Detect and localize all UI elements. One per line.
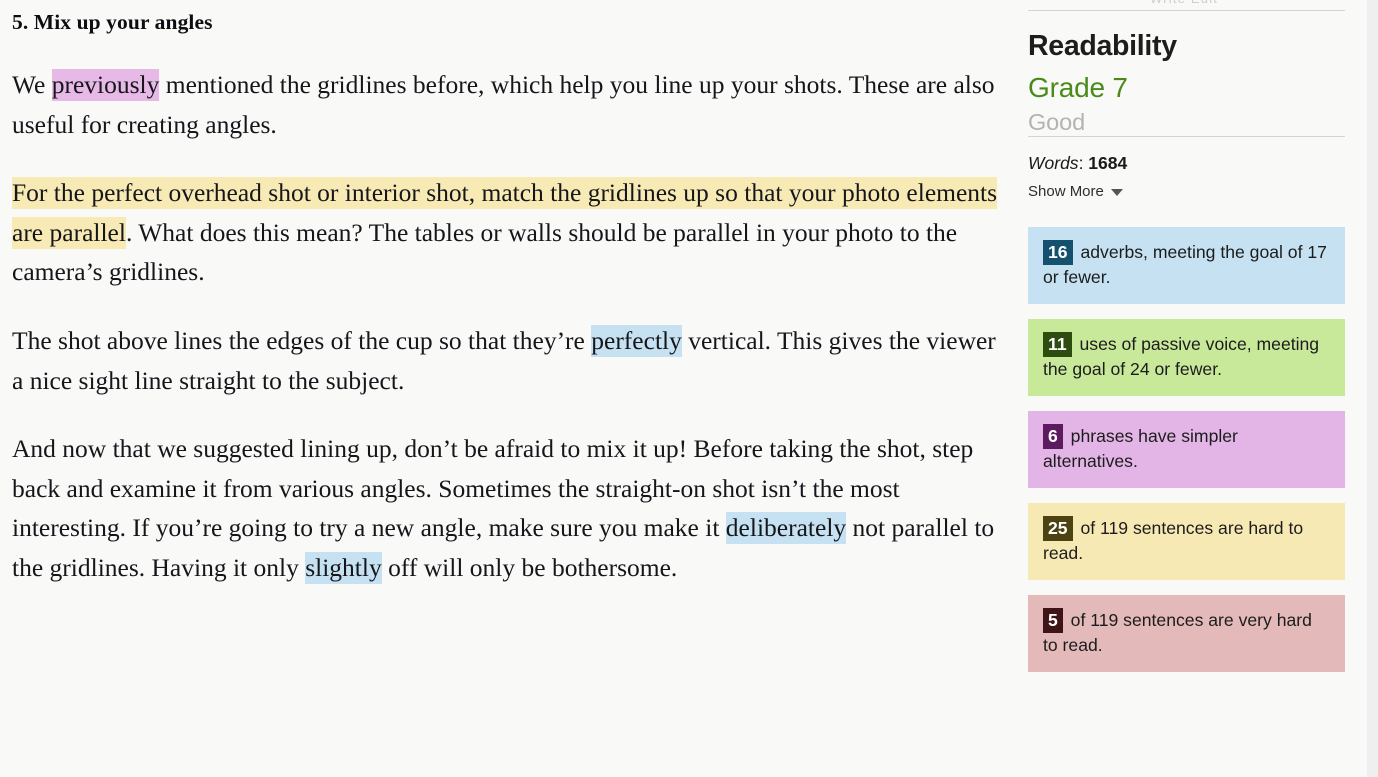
readability-sidebar: Write Edit Readability Grade 7 Good Word… <box>1020 0 1367 777</box>
paragraph: For the perfect overhead shot or interio… <box>12 173 998 292</box>
stat-description: phrases have simpler alternatives. <box>1043 426 1238 471</box>
stat-description: of 119 sentences are very hard to read. <box>1043 610 1312 655</box>
word-count-value: 1684 <box>1088 153 1128 173</box>
paragraph-list: We previously mentioned the gridlines be… <box>12 65 998 588</box>
stat-card-simpler-phrases[interactable]: 6 phrases have simpler alternatives. <box>1028 411 1345 488</box>
paragraph: And now that we suggested lining up, don… <box>12 429 998 587</box>
highlight-simpler[interactable]: previously <box>51 69 160 101</box>
highlight-adverb[interactable]: perfectly <box>591 324 682 357</box>
show-more-label: Show More <box>1028 183 1104 200</box>
divider-top <box>1028 10 1345 11</box>
stat-description: adverbs, meeting the goal of 17 or fewer… <box>1043 242 1327 287</box>
divider-middle <box>1028 136 1345 137</box>
stat-card-adverbs[interactable]: 16 adverbs, meeting the goal of 17 or fe… <box>1028 227 1345 304</box>
paragraph: We previously mentioned the gridlines be… <box>12 65 998 144</box>
stat-count-badge: 11 <box>1043 332 1072 357</box>
show-more-button[interactable]: Show More <box>1028 183 1123 200</box>
page-gutter <box>1367 0 1378 777</box>
readability-grade-label: Good <box>1028 109 1086 135</box>
word-count-label: Words <box>1028 153 1079 173</box>
text-run: . What does this mean? The tables or wal… <box>12 217 958 287</box>
readability-grade-value: Grade 7 <box>1028 72 1128 103</box>
stat-description: uses of passive voice, meeting the goal … <box>1043 334 1320 379</box>
stat-count-badge: 16 <box>1043 240 1073 265</box>
article-text[interactable]: 5. Mix up your angles We previously ment… <box>12 8 998 588</box>
text-run: We <box>12 70 52 99</box>
stat-description: of 119 sentences are hard to read. <box>1043 518 1304 563</box>
stat-card-very-hard-sentences[interactable]: 5 of 119 sentences are very hard to read… <box>1028 595 1345 672</box>
editor-pane[interactable]: 5. Mix up your angles We previously ment… <box>0 0 1020 777</box>
word-count-separator: : <box>1078 153 1089 173</box>
highlight-adverb[interactable]: deliberately <box>725 512 847 545</box>
stat-card-passive-voice[interactable]: 11 uses of passive voice, meeting the go… <box>1028 319 1345 396</box>
stat-count-badge: 5 <box>1043 608 1063 633</box>
section-heading: 5. Mix up your angles <box>12 10 213 34</box>
text-run: mentioned the gridlines before, which he… <box>12 70 995 139</box>
chevron-down-icon <box>1110 189 1123 196</box>
stat-count-badge: 25 <box>1043 516 1073 541</box>
cut-off-mode-toggle[interactable]: Write Edit <box>1028 0 1345 10</box>
text-run: off will only be bothersome. <box>381 552 678 582</box>
mode-toggle-label: Write Edit <box>1150 0 1218 6</box>
stat-card-hard-sentences[interactable]: 25 of 119 sentences are hard to read. <box>1028 503 1345 580</box>
readability-stats-list: 16 adverbs, meeting the goal of 17 or fe… <box>1028 227 1345 672</box>
stat-count-badge: 6 <box>1043 424 1063 449</box>
readability-title: Readability <box>1028 30 1177 62</box>
highlight-adverb[interactable]: slightly <box>305 551 382 584</box>
word-count-line: Words: 1684 <box>1028 153 1345 174</box>
paragraph: The shot above lines the edges of the cu… <box>12 321 998 400</box>
text-run: The shot above lines the edges of the cu… <box>12 325 592 355</box>
